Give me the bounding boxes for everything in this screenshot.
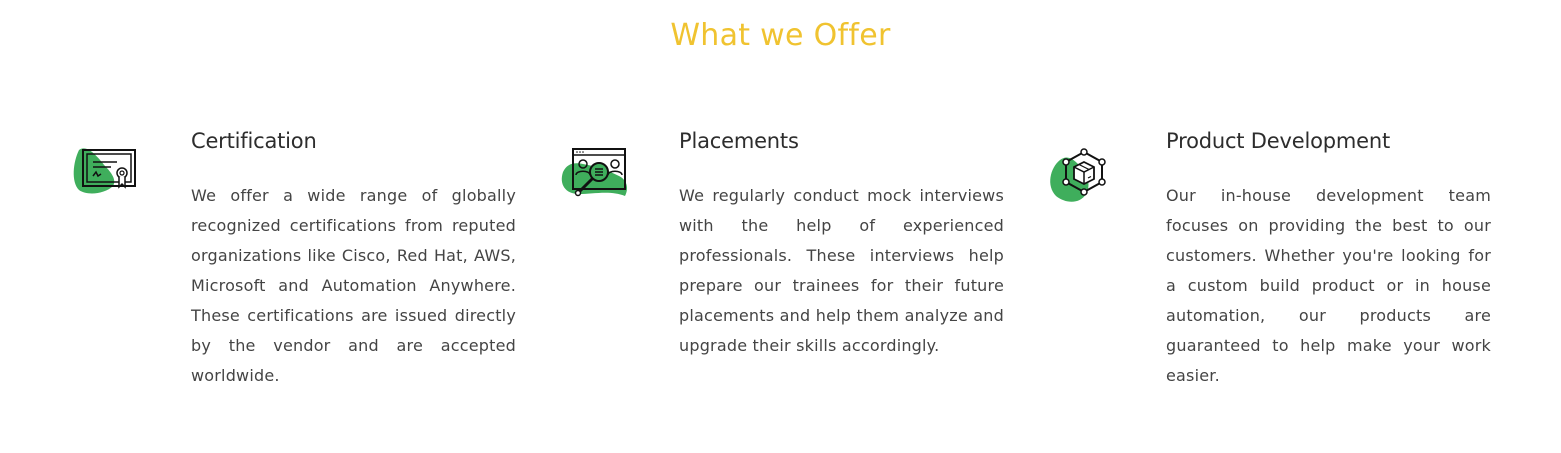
offer-title: Placements [679,129,799,153]
offer-title: Product Development [1166,129,1390,153]
certificate-icon [71,142,146,217]
product-cube-icon [1046,142,1121,217]
section-title: What we Offer [670,18,891,53]
offer-description: We offer a wide range of globally recogn… [191,186,516,385]
offer-title: Certification [191,129,317,153]
offer-description: Our in-house development team focuses on… [1166,186,1491,385]
offer-description: We regularly conduct mock interviews wit… [679,186,1004,355]
interview-search-icon [559,142,634,217]
